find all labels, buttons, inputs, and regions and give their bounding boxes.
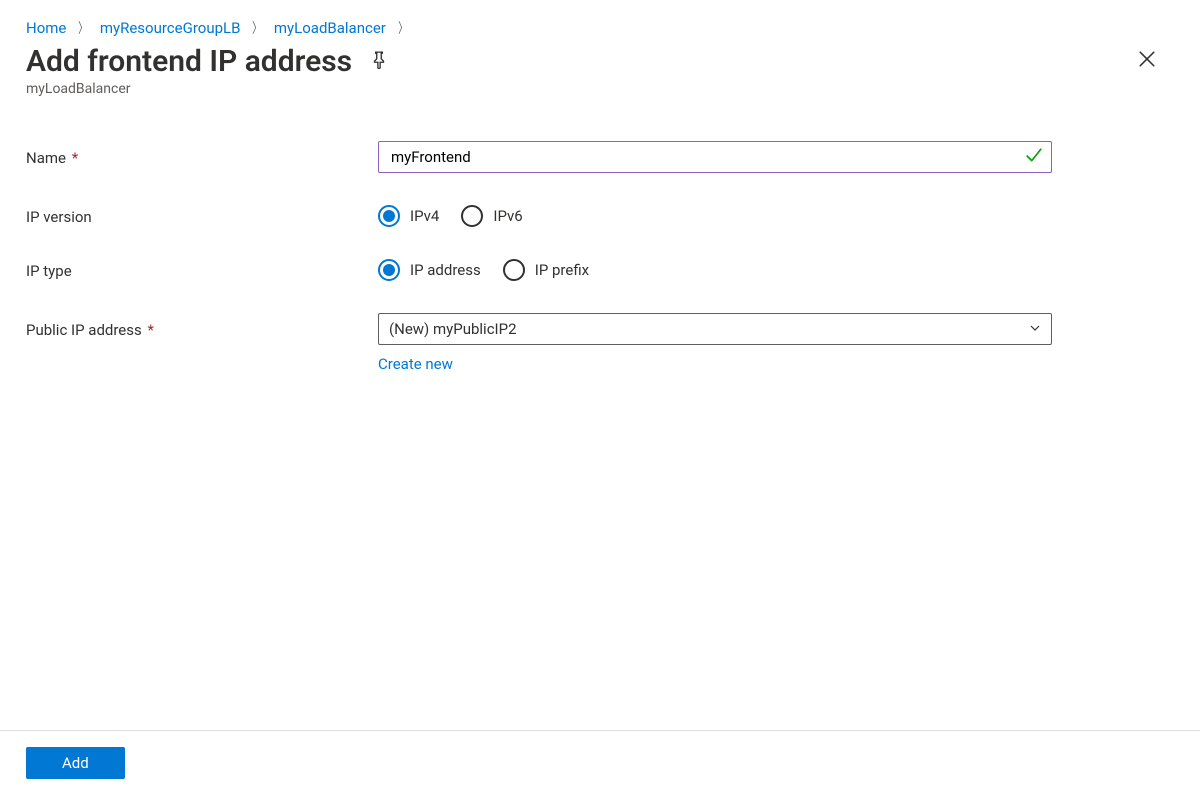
- close-icon[interactable]: [1138, 50, 1156, 73]
- radio-selected-icon: [378, 205, 400, 227]
- public-ip-select[interactable]: (New) myPublicIP2: [378, 313, 1052, 345]
- radio-ipv6-label: IPv6: [493, 207, 522, 225]
- frontend-ip-form: Name * IP version IPv4 IPv6: [0, 97, 1200, 373]
- chevron-right-icon: 〉: [74, 18, 92, 38]
- name-label: Name *: [26, 147, 378, 167]
- breadcrumb: Home 〉 myResourceGroupLB 〉 myLoadBalance…: [0, 0, 1200, 38]
- radio-ip-prefix[interactable]: IP prefix: [503, 259, 599, 281]
- radio-ip-address[interactable]: IP address: [378, 259, 491, 281]
- footer: Add: [0, 730, 1200, 779]
- chevron-right-icon: 〉: [394, 18, 412, 38]
- page-subtitle: myLoadBalancer: [0, 79, 1200, 97]
- add-button[interactable]: Add: [26, 747, 125, 779]
- radio-unselected-icon: [461, 205, 483, 227]
- public-ip-label: Public IP address *: [26, 319, 378, 339]
- page-title: Add frontend IP address: [26, 44, 352, 79]
- breadcrumb-link-loadbalancer[interactable]: myLoadBalancer: [274, 19, 386, 37]
- ip-type-label: IP type: [26, 260, 378, 280]
- ip-version-label: IP version: [26, 206, 378, 226]
- radio-ip-prefix-label: IP prefix: [535, 261, 589, 279]
- public-ip-value: (New) myPublicIP2: [389, 320, 1029, 338]
- breadcrumb-link-home[interactable]: Home: [26, 19, 66, 37]
- radio-selected-icon: [378, 259, 400, 281]
- name-input-wrap: [378, 141, 1052, 173]
- breadcrumb-link-resourcegroup[interactable]: myResourceGroupLB: [100, 19, 241, 37]
- chevron-down-icon: [1029, 322, 1041, 337]
- create-new-link[interactable]: Create new: [378, 355, 453, 373]
- name-input[interactable]: [389, 147, 1025, 167]
- checkmark-icon: [1025, 146, 1043, 169]
- radio-ipv6[interactable]: IPv6: [461, 205, 532, 227]
- pin-icon[interactable]: [370, 51, 388, 73]
- chevron-right-icon: 〉: [248, 18, 266, 38]
- radio-unselected-icon: [503, 259, 525, 281]
- radio-ipv4[interactable]: IPv4: [378, 205, 449, 227]
- radio-ip-address-label: IP address: [410, 261, 481, 279]
- radio-ipv4-label: IPv4: [410, 207, 439, 225]
